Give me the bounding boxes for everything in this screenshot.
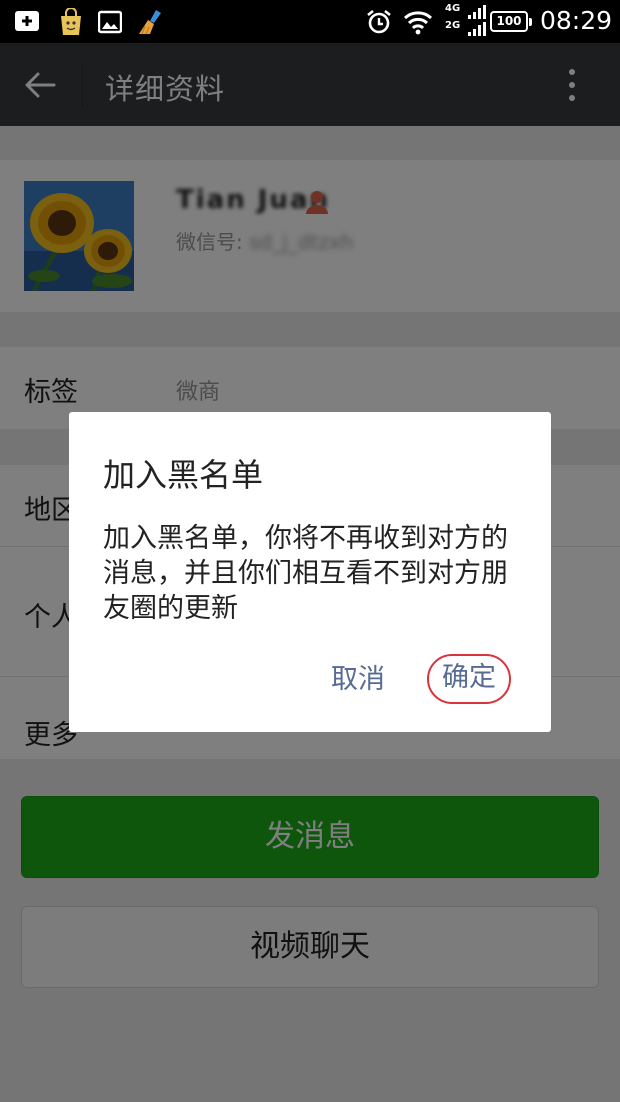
alarm-icon bbox=[367, 9, 391, 34]
status-bar: 4G 2G 100 08:29 bbox=[0, 0, 620, 43]
status-time: 08:29 bbox=[540, 6, 613, 35]
dialog-title: 加入黑名单 bbox=[103, 456, 264, 494]
cleaner-icon bbox=[139, 10, 161, 35]
battery-indicator: 100 bbox=[490, 11, 532, 32]
shopping-bag-icon bbox=[61, 8, 81, 35]
network-4g-label: 4G bbox=[445, 3, 461, 14]
dialog-message: 加入黑名单，你将不再收到对方的消息，并且你们相互看不到对方朋友圈的更新 bbox=[103, 523, 508, 624]
wifi-icon bbox=[403, 11, 433, 35]
network-2g-label: 2G bbox=[445, 20, 461, 31]
image-icon bbox=[98, 10, 122, 34]
cellular-signal: 4G 2G bbox=[442, 3, 486, 39]
blacklist-dialog: 加入黑名单 加入黑名单，你将不再收到对方的消息，并且你们相互看不到对方朋友圈的更… bbox=[69, 412, 551, 732]
add-notification-icon bbox=[15, 11, 39, 31]
cancel-button[interactable]: 取消 bbox=[331, 657, 385, 696]
confirm-button[interactable]: 确定 bbox=[427, 654, 511, 704]
signal-bars-icon bbox=[468, 22, 486, 36]
signal-bars-icon bbox=[468, 5, 486, 19]
